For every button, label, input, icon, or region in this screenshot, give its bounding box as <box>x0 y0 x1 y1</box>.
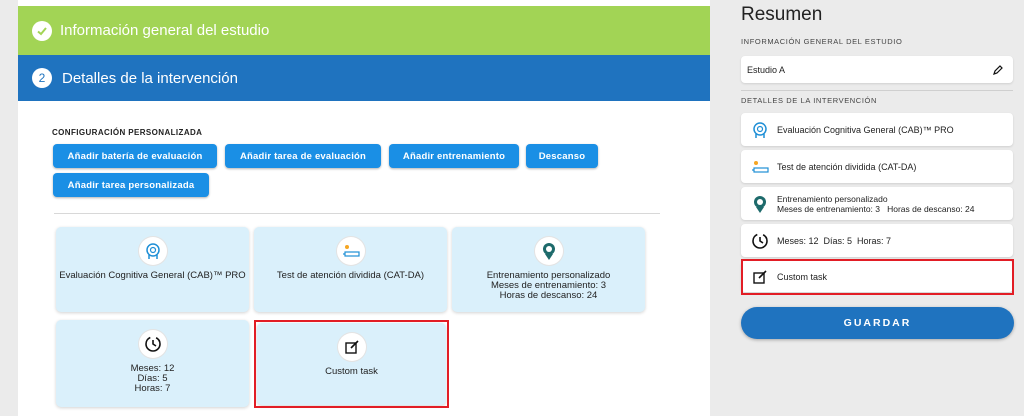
step-general-info-label: Información general del estudio <box>60 22 270 39</box>
study-name-field[interactable]: Estudio A <box>741 56 1013 83</box>
summary-title: Resumen <box>741 4 823 25</box>
step-number: 2 <box>32 68 52 88</box>
summary-training-line2: Meses de entrenamiento: 3 Horas de desca… <box>777 203 975 214</box>
step-intervention-label: Detalles de la intervención <box>62 69 238 87</box>
summary-item-rest-label: Meses: 12 Días: 5 Horas: 7 <box>777 235 892 246</box>
divider <box>54 213 660 214</box>
summary-item-training[interactable]: Entrenamiento personalizado Meses de ent… <box>741 187 1013 220</box>
card-rest-hours: Horas: 7 <box>134 383 171 394</box>
summary-details-label: DETALLES DE LA INTERVENCIÓN <box>741 96 877 105</box>
add-battery-button[interactable]: Añadir batería de evaluación <box>53 144 217 168</box>
clock-icon <box>138 330 167 358</box>
summary-separator <box>741 90 1013 91</box>
card-cab-title: Evaluación Cognitiva General (CAB)™ PRO <box>59 270 246 281</box>
summary-item-cab[interactable]: Evaluación Cognitiva General (CAB)™ PRO <box>741 113 1013 146</box>
summary-item-catda-label: Test de atención dividida (CAT-DA) <box>777 161 917 172</box>
card-catda[interactable]: Test de atención dividida (CAT-DA) <box>254 227 447 312</box>
add-training-button[interactable]: Añadir entrenamiento <box>389 144 519 168</box>
training-badge-icon <box>749 193 771 215</box>
attention-test-icon <box>336 237 365 265</box>
attention-test-icon <box>749 156 771 178</box>
step-intervention-details[interactable]: 2 Detalles de la intervención <box>18 55 710 101</box>
study-name: Estudio A <box>747 64 786 75</box>
add-task-button[interactable]: Añadir tarea de evaluación <box>225 144 381 168</box>
highlight-summary-custom <box>741 259 1014 295</box>
rest-button[interactable]: Descanso <box>526 144 598 168</box>
card-rest[interactable]: Meses: 12 Días: 5 Horas: 7 <box>56 320 249 407</box>
checkmark-icon <box>32 20 52 41</box>
clock-icon <box>749 230 771 252</box>
brain-head-icon <box>138 237 167 265</box>
highlight-custom-card <box>254 320 449 408</box>
add-custom-task-button[interactable]: Añadir tarea personalizada <box>53 173 209 197</box>
summary-training-line1: Entrenamiento personalizado <box>777 193 888 204</box>
summary-item-cab-label: Evaluación Cognitiva General (CAB)™ PRO <box>777 124 954 135</box>
summary-item-catda[interactable]: Test de atención dividida (CAT-DA) <box>741 150 1013 183</box>
brain-head-icon <box>749 119 771 141</box>
card-catda-title: Test de atención dividida (CAT-DA) <box>276 270 425 281</box>
summary-item-rest[interactable]: Meses: 12 Días: 5 Horas: 7 <box>741 224 1013 257</box>
config-title: CONFIGURACIÓN PERSONALIZADA <box>52 128 203 137</box>
save-button[interactable]: GUARDAR <box>741 307 1014 339</box>
card-cab[interactable]: Evaluación Cognitiva General (CAB)™ PRO <box>56 227 249 312</box>
step-general-info[interactable]: Información general del estudio <box>18 6 710 55</box>
summary-info-label: INFORMACIÓN GENERAL DEL ESTUDIO <box>741 37 903 46</box>
card-training[interactable]: Entrenamiento personalizado Meses de ent… <box>452 227 645 312</box>
training-badge-icon <box>534 237 563 265</box>
pencil-icon[interactable] <box>993 64 1003 75</box>
card-training-hours: Horas de descanso: 24 <box>499 290 598 301</box>
